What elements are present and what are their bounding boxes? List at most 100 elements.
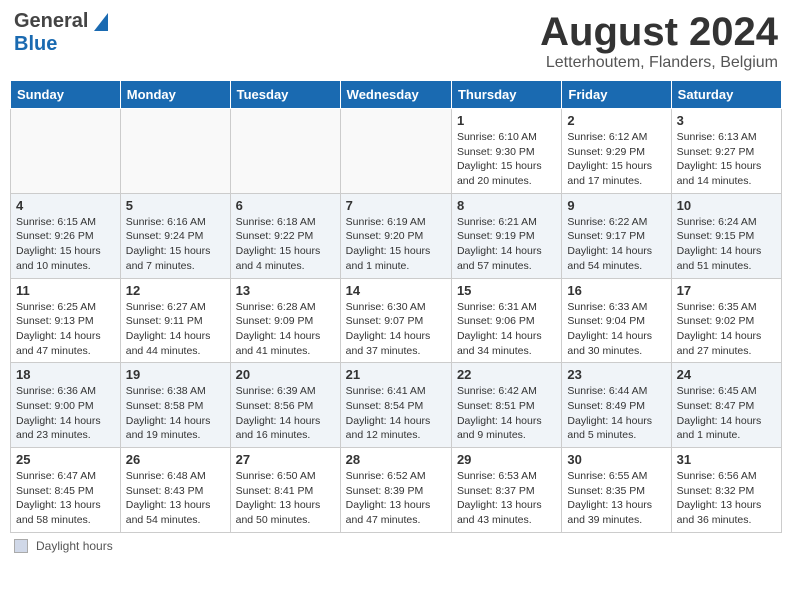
calendar-cell: 3 Sunrise: 6:13 AM Sunset: 9:27 PM Daylig…: [671, 109, 781, 194]
calendar-week-row: 11Sunrise: 6:25 AM Sunset: 9:13 PM Dayli…: [11, 278, 782, 363]
calendar-cell: 4Sunrise: 6:15 AM Sunset: 9:26 PM Daylig…: [11, 193, 121, 278]
weekday-header-friday: Friday: [562, 81, 671, 109]
daylight-label: Daylight hours: [36, 539, 113, 553]
day-info: Sunrise: 6:56 AM Sunset: 8:32 PM Dayligh…: [677, 469, 776, 528]
day-number: 3: [677, 113, 776, 128]
day-info: Sunrise: 6:33 AM Sunset: 9:04 PM Dayligh…: [567, 300, 665, 359]
calendar-cell: 20 Sunrise: 6:39 AM Sunset: 8:56 PM Dayli…: [230, 363, 340, 448]
day-info: Sunrise: 6:18 AM Sunset: 9:22 PM Dayligh…: [236, 215, 335, 274]
weekday-header-sunday: Sunday: [11, 81, 121, 109]
calendar-cell: [340, 109, 451, 194]
day-info: Sunrise: 6:53 AM Sunset: 8:37 PM Dayligh…: [457, 469, 556, 528]
day-number: 20: [236, 367, 335, 382]
day-number: 15: [457, 283, 556, 298]
logo: General Blue: [14, 10, 108, 56]
page-header: General Blue August 2024 Letterhoutem, F…: [10, 10, 782, 72]
weekday-header-tuesday: Tuesday: [230, 81, 340, 109]
day-info: Sunrise: 6:22 AM Sunset: 9:17 PM Dayligh…: [567, 215, 665, 274]
day-number: 14: [346, 283, 446, 298]
day-number: 9: [567, 198, 665, 213]
weekday-header-monday: Monday: [120, 81, 230, 109]
calendar-cell: 23 Sunrise: 6:44 AM Sunset: 8:49 PM Dayli…: [562, 363, 671, 448]
calendar-cell: 24Sunrise: 6:45 AM Sunset: 8:47 PM Dayli…: [671, 363, 781, 448]
weekday-header-saturday: Saturday: [671, 81, 781, 109]
day-number: 5: [126, 198, 225, 213]
day-info: Sunrise: 6:13 AM Sunset: 9:27 PM Dayligh…: [677, 130, 776, 189]
calendar-week-row: 4Sunrise: 6:15 AM Sunset: 9:26 PM Daylig…: [11, 193, 782, 278]
footer: Daylight hours: [10, 539, 782, 553]
day-number: 17: [677, 283, 776, 298]
calendar-cell: 6Sunrise: 6:18 AM Sunset: 9:22 PM Daylig…: [230, 193, 340, 278]
day-info: Sunrise: 6:10 AM Sunset: 9:30 PM Dayligh…: [457, 130, 556, 189]
day-info: Sunrise: 6:52 AM Sunset: 8:39 PM Dayligh…: [346, 469, 446, 528]
day-info: Sunrise: 6:44 AM Sunset: 8:49 PM Dayligh…: [567, 384, 665, 443]
calendar-cell: 25 Sunrise: 6:47 AM Sunset: 8:45 PM Dayli…: [11, 448, 121, 533]
day-number: 19: [126, 367, 225, 382]
calendar-cell: 16Sunrise: 6:33 AM Sunset: 9:04 PM Dayli…: [562, 278, 671, 363]
calendar-cell: 29 Sunrise: 6:53 AM Sunset: 8:37 PM Dayli…: [451, 448, 561, 533]
day-info: Sunrise: 6:16 AM Sunset: 9:24 PM Dayligh…: [126, 215, 225, 274]
calendar-cell: 14 Sunrise: 6:30 AM Sunset: 9:07 PM Dayli…: [340, 278, 451, 363]
day-number: 25: [16, 452, 115, 467]
weekday-header-thursday: Thursday: [451, 81, 561, 109]
day-info: Sunrise: 6:24 AM Sunset: 9:15 PM Dayligh…: [677, 215, 776, 274]
day-info: Sunrise: 6:21 AM Sunset: 9:19 PM Dayligh…: [457, 215, 556, 274]
daylight-legend-box: [14, 539, 28, 553]
calendar-cell: [230, 109, 340, 194]
day-info: Sunrise: 6:39 AM Sunset: 8:56 PM Dayligh…: [236, 384, 335, 443]
calendar-cell: 11Sunrise: 6:25 AM Sunset: 9:13 PM Dayli…: [11, 278, 121, 363]
day-number: 10: [677, 198, 776, 213]
calendar-cell: 9 Sunrise: 6:22 AM Sunset: 9:17 PM Daylig…: [562, 193, 671, 278]
day-number: 21: [346, 367, 446, 382]
day-info: Sunrise: 6:30 AM Sunset: 9:07 PM Dayligh…: [346, 300, 446, 359]
day-info: Sunrise: 6:38 AM Sunset: 8:58 PM Dayligh…: [126, 384, 225, 443]
calendar-cell: 19 Sunrise: 6:38 AM Sunset: 8:58 PM Dayli…: [120, 363, 230, 448]
day-info: Sunrise: 6:42 AM Sunset: 8:51 PM Dayligh…: [457, 384, 556, 443]
day-info: Sunrise: 6:41 AM Sunset: 8:54 PM Dayligh…: [346, 384, 446, 443]
day-info: Sunrise: 6:50 AM Sunset: 8:41 PM Dayligh…: [236, 469, 335, 528]
day-number: 22: [457, 367, 556, 382]
calendar-cell: 13 Sunrise: 6:28 AM Sunset: 9:09 PM Dayli…: [230, 278, 340, 363]
calendar-cell: 2 Sunrise: 6:12 AM Sunset: 9:29 PM Daylig…: [562, 109, 671, 194]
weekday-header-wednesday: Wednesday: [340, 81, 451, 109]
day-number: 31: [677, 452, 776, 467]
day-number: 2: [567, 113, 665, 128]
day-number: 13: [236, 283, 335, 298]
weekday-header-row: SundayMondayTuesdayWednesdayThursdayFrid…: [11, 81, 782, 109]
calendar-table: SundayMondayTuesdayWednesdayThursdayFrid…: [10, 80, 782, 533]
day-number: 28: [346, 452, 446, 467]
day-info: Sunrise: 6:28 AM Sunset: 9:09 PM Dayligh…: [236, 300, 335, 359]
logo-triangle-icon: [90, 13, 108, 31]
calendar-cell: 22 Sunrise: 6:42 AM Sunset: 8:51 PM Dayli…: [451, 363, 561, 448]
day-number: 30: [567, 452, 665, 467]
day-info: Sunrise: 6:55 AM Sunset: 8:35 PM Dayligh…: [567, 469, 665, 528]
calendar-week-row: 1Sunrise: 6:10 AM Sunset: 9:30 PM Daylig…: [11, 109, 782, 194]
calendar-cell: 28 Sunrise: 6:52 AM Sunset: 8:39 PM Dayli…: [340, 448, 451, 533]
day-info: Sunrise: 6:48 AM Sunset: 8:43 PM Dayligh…: [126, 469, 225, 528]
calendar-cell: 5 Sunrise: 6:16 AM Sunset: 9:24 PM Daylig…: [120, 193, 230, 278]
logo-general-text: General: [14, 10, 88, 33]
calendar-cell: 26 Sunrise: 6:48 AM Sunset: 8:43 PM Dayli…: [120, 448, 230, 533]
calendar-week-row: 25 Sunrise: 6:47 AM Sunset: 8:45 PM Dayli…: [11, 448, 782, 533]
calendar-cell: 12 Sunrise: 6:27 AM Sunset: 9:11 PM Dayli…: [120, 278, 230, 363]
logo-blue-text: Blue: [14, 33, 57, 56]
calendar-week-row: 18Sunrise: 6:36 AM Sunset: 9:00 PM Dayli…: [11, 363, 782, 448]
day-number: 23: [567, 367, 665, 382]
day-info: Sunrise: 6:12 AM Sunset: 9:29 PM Dayligh…: [567, 130, 665, 189]
calendar-cell: 31 Sunrise: 6:56 AM Sunset: 8:32 PM Dayli…: [671, 448, 781, 533]
day-info: Sunrise: 6:45 AM Sunset: 8:47 PM Dayligh…: [677, 384, 776, 443]
calendar-cell: 10 Sunrise: 6:24 AM Sunset: 9:15 PM Dayli…: [671, 193, 781, 278]
calendar-cell: 21 Sunrise: 6:41 AM Sunset: 8:54 PM Dayli…: [340, 363, 451, 448]
calendar-cell: 1Sunrise: 6:10 AM Sunset: 9:30 PM Daylig…: [451, 109, 561, 194]
day-number: 12: [126, 283, 225, 298]
day-number: 27: [236, 452, 335, 467]
day-number: 8: [457, 198, 556, 213]
day-number: 26: [126, 452, 225, 467]
day-number: 29: [457, 452, 556, 467]
day-info: Sunrise: 6:27 AM Sunset: 9:11 PM Dayligh…: [126, 300, 225, 359]
day-number: 7: [346, 198, 446, 213]
calendar-cell: 30 Sunrise: 6:55 AM Sunset: 8:35 PM Dayli…: [562, 448, 671, 533]
calendar-cell: 8 Sunrise: 6:21 AM Sunset: 9:19 PM Daylig…: [451, 193, 561, 278]
day-info: Sunrise: 6:36 AM Sunset: 9:00 PM Dayligh…: [16, 384, 115, 443]
day-info: Sunrise: 6:47 AM Sunset: 8:45 PM Dayligh…: [16, 469, 115, 528]
